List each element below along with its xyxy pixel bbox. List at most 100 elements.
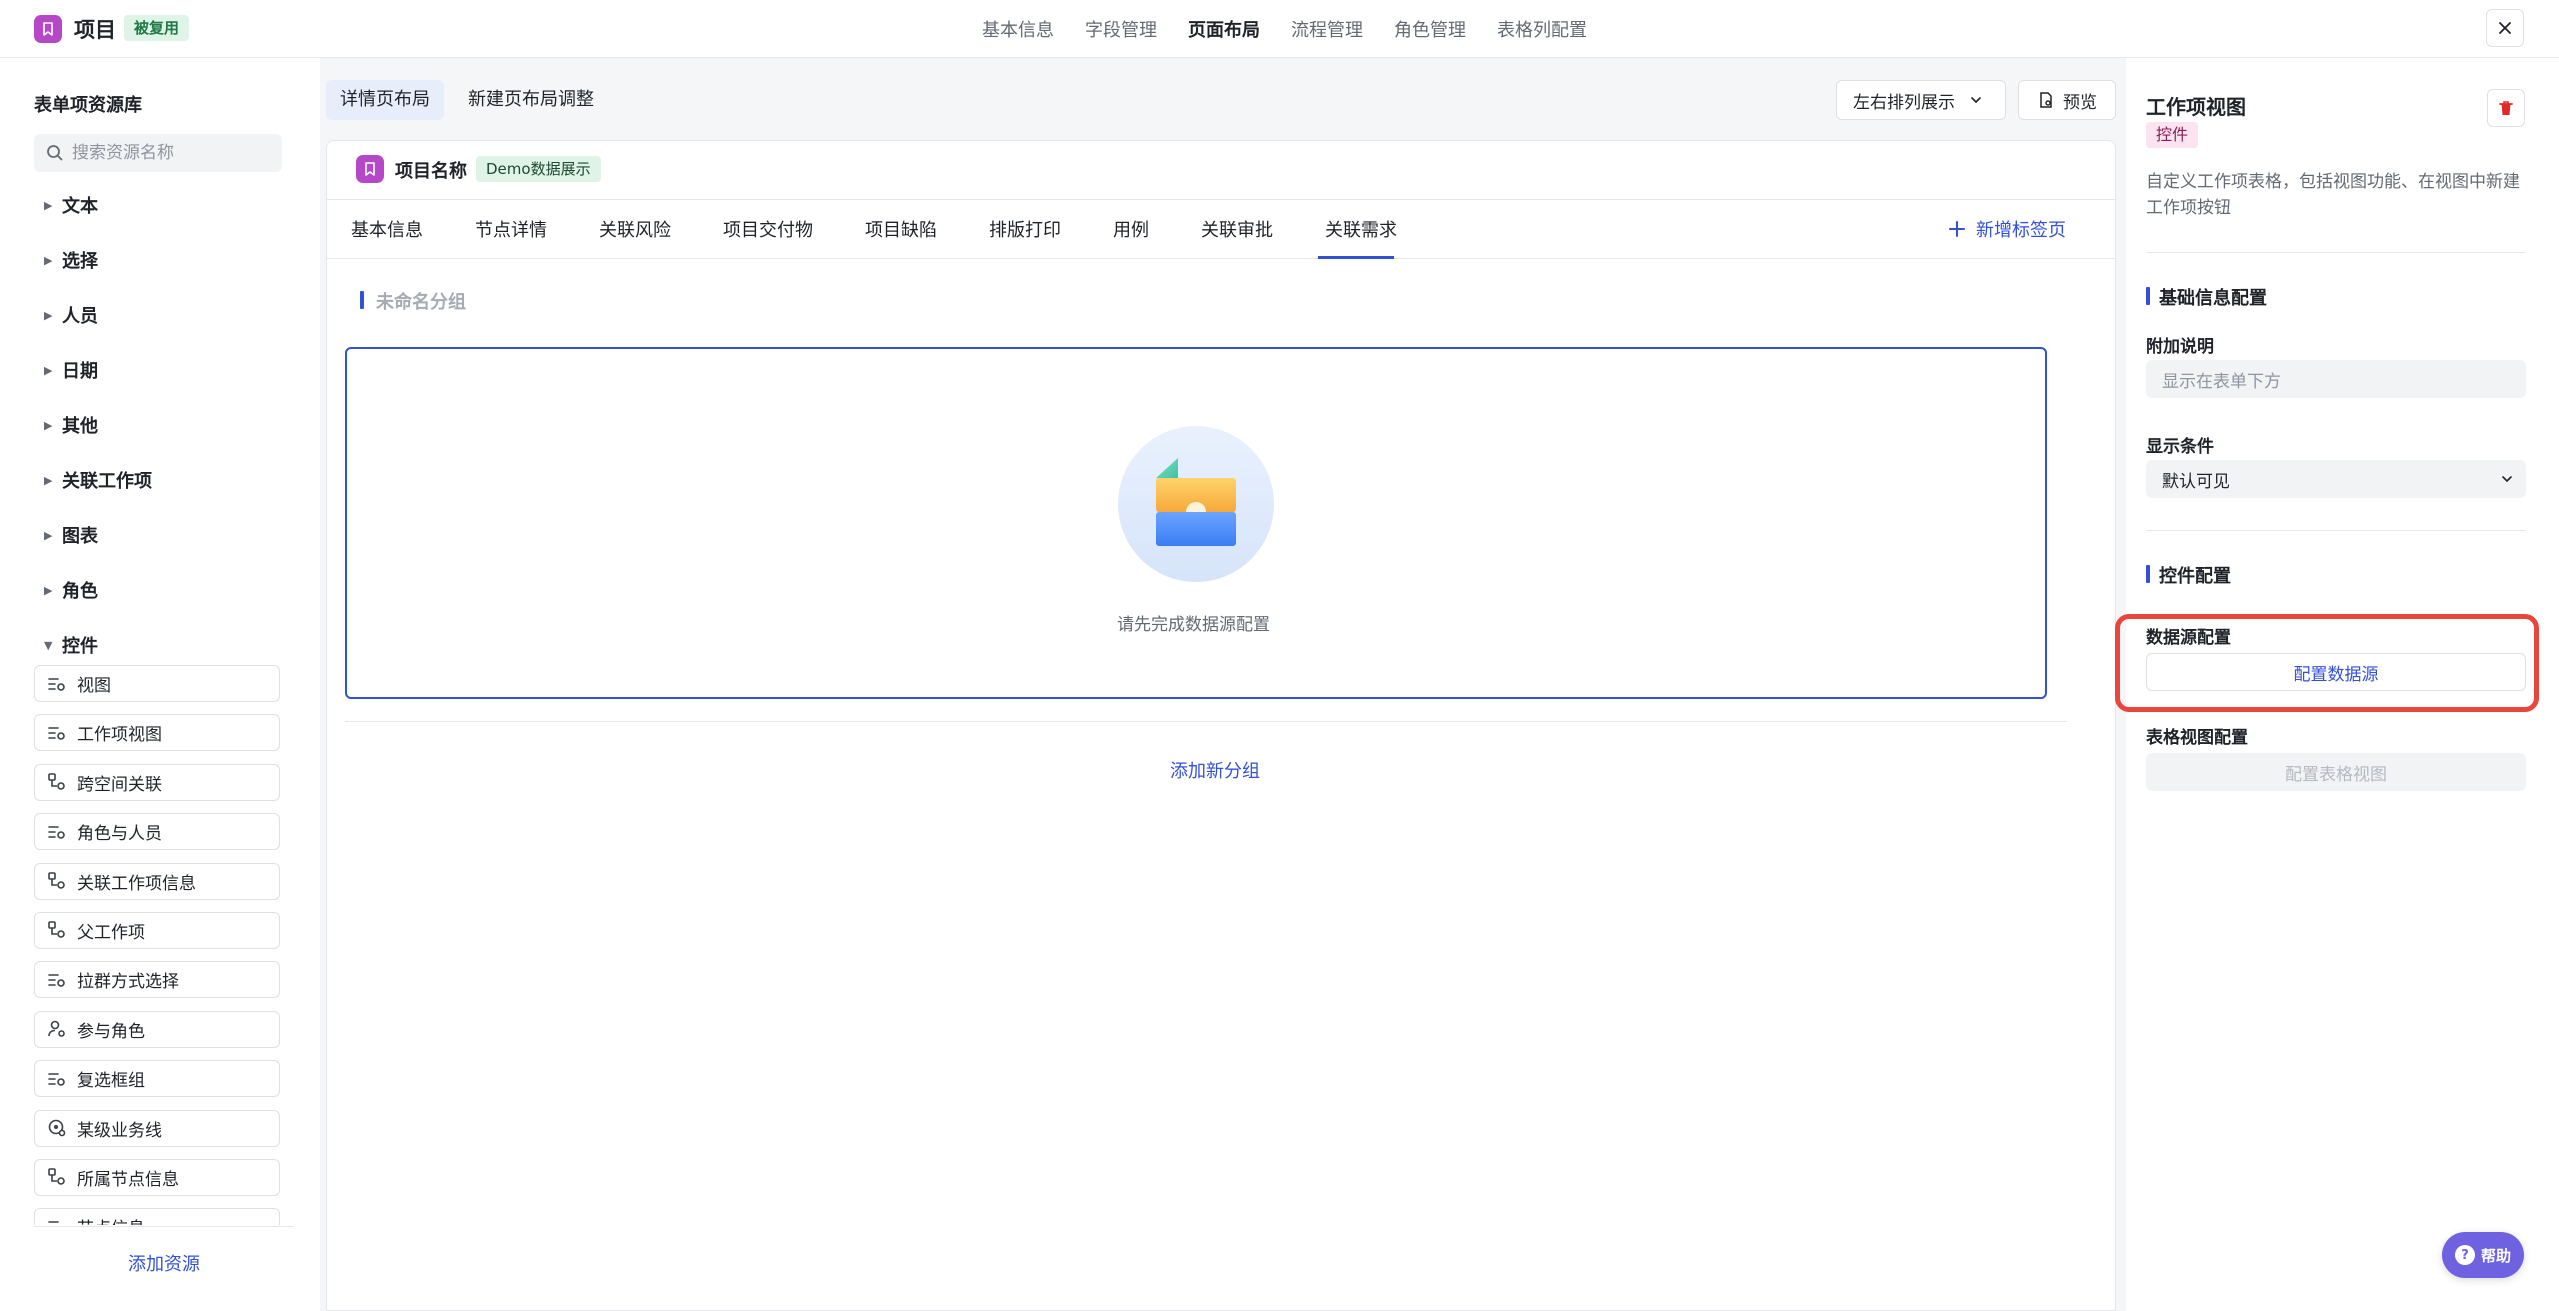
nav-tab-roles[interactable]: 角色管理 (1394, 16, 1466, 42)
control-label: 所属节点信息 (77, 1169, 179, 1190)
arrange-mode-value: 左右排列展示 (1853, 92, 1955, 113)
close-icon (2499, 22, 2511, 34)
control-item-business-line[interactable]: 某级业务线 (34, 1109, 280, 1147)
caret-down-icon: ▼ (44, 638, 53, 652)
preview-button[interactable]: 预览 (2018, 80, 2116, 120)
control-item-group-method-select[interactable]: 拉群方式选择 (34, 961, 280, 999)
control-item-roles-and-people[interactable]: 角色与人员 (34, 813, 280, 851)
nav-tab-basic-info[interactable]: 基本信息 (982, 16, 1054, 42)
chevron-down-icon (1971, 97, 1981, 104)
control-item-participant-roles[interactable]: 参与角色 (34, 1010, 280, 1048)
close-button[interactable] (2486, 9, 2524, 47)
divider (2146, 530, 2526, 531)
category-label: 控件 (62, 636, 98, 657)
caret-right-icon: ▶ (44, 583, 53, 597)
tab-basic-info[interactable]: 基本信息 (351, 216, 423, 242)
link-node-icon (48, 921, 65, 939)
control-item-node-info-owned[interactable]: 所属节点信息 (34, 1158, 280, 1196)
trash-icon (2499, 101, 2513, 115)
category-label: 图表 (62, 526, 98, 547)
tab-related-risks[interactable]: 关联风险 (599, 216, 671, 242)
category-text[interactable]: ▶ 文本 (44, 192, 98, 218)
category-date[interactable]: ▶ 日期 (44, 357, 98, 383)
control-label: 工作项视图 (77, 725, 162, 746)
add-resource-link[interactable]: 添加资源 (128, 1250, 200, 1276)
tab-related-requirements[interactable]: 关联需求 (1325, 216, 1397, 242)
category-label: 其他 (62, 416, 98, 437)
caret-right-icon: ▶ (44, 528, 53, 542)
control-item-parent-work-item[interactable]: 父工作项 (34, 911, 280, 949)
section-marker (2146, 565, 2150, 583)
nav-tab-table-columns[interactable]: 表格列配置 (1497, 16, 1587, 42)
preview-label: 预览 (2063, 92, 2097, 113)
display-condition-label: 显示条件 (2146, 437, 2214, 457)
tab-detail-layout[interactable]: 详情页布局 (326, 80, 444, 120)
control-label: 跨空间关联 (77, 774, 162, 795)
category-charts[interactable]: ▶ 图表 (44, 522, 98, 548)
section-control-config: 控件配置 (2159, 566, 2231, 587)
divider (2146, 252, 2526, 253)
control-item-node-info[interactable]: 节点信息 (34, 1208, 280, 1225)
add-group-link[interactable]: 添加新分组 (1170, 757, 1260, 783)
controls-list: 视图 工作项视图 跨空间关联 角色与人员 关联工作项信息 父工作项 拉群方式选择… (34, 665, 282, 1225)
question-icon: ? (2454, 1245, 2475, 1265)
layout-canvas-card (326, 140, 2116, 1311)
caret-right-icon: ▶ (44, 418, 53, 432)
category-roles[interactable]: ▶ 角色 (44, 577, 98, 603)
configure-datasource-button[interactable]: 配置数据源 (2146, 653, 2526, 691)
category-related-items[interactable]: ▶ 关联工作项 (44, 467, 152, 493)
datasource-label: 数据源配置 (2146, 628, 2231, 648)
detail-tabs: 基本信息 节点详情 关联风险 项目交付物 项目缺陷 排版打印 用例 关联审批 关… (351, 216, 1397, 242)
nav-tab-page-layout[interactable]: 页面布局 (1188, 16, 1260, 42)
add-tab-button[interactable]: 新增标签页 (1948, 216, 2066, 242)
link-node-icon (48, 872, 65, 889)
caret-right-icon: ▶ (44, 363, 53, 377)
display-condition-select[interactable]: 默认可见 (2146, 460, 2526, 498)
tab-layout-print[interactable]: 排版打印 (989, 216, 1061, 242)
category-select[interactable]: ▶ 选择 (44, 247, 98, 273)
category-label: 角色 (62, 581, 98, 602)
search-icon (47, 145, 63, 161)
control-item-related-work-item-info[interactable]: 关联工作项信息 (34, 862, 280, 900)
search-input[interactable] (72, 143, 272, 163)
list-settings-icon (48, 974, 65, 987)
add-tab-label: 新增标签页 (1976, 220, 2066, 241)
section-marker (2146, 287, 2150, 305)
control-item-work-item-view[interactable]: 工作项视图 (34, 714, 280, 752)
category-other[interactable]: ▶ 其他 (44, 412, 98, 438)
category-label: 日期 (62, 361, 98, 382)
empty-state-message: 请先完成数据源配置 (1117, 615, 1270, 635)
active-tab-indicator (1318, 256, 1394, 259)
preview-document-icon (2040, 92, 2052, 108)
caret-right-icon: ▶ (44, 198, 53, 212)
list-settings-icon (48, 727, 65, 740)
nav-tab-field-management[interactable]: 字段管理 (1085, 16, 1157, 42)
tab-new-page-layout[interactable]: 新建页布局调整 (468, 80, 594, 120)
category-label: 选择 (62, 251, 98, 272)
extra-note-input[interactable]: 显示在表单下方 (2146, 360, 2526, 398)
group-marker (360, 291, 364, 309)
help-button[interactable]: ? 帮助 (2442, 1232, 2524, 1278)
tab-related-approvals[interactable]: 关联审批 (1201, 216, 1273, 242)
tab-project-deliverables[interactable]: 项目交付物 (723, 216, 813, 242)
divider (345, 721, 2067, 722)
caret-right-icon: ▶ (44, 473, 53, 487)
resource-search[interactable] (34, 134, 282, 172)
help-label: 帮助 (2480, 1246, 2511, 1265)
control-item-cross-space-link[interactable]: 跨空间关联 (34, 763, 280, 801)
category-controls[interactable]: ▼ 控件 (44, 632, 98, 658)
delete-button[interactable] (2487, 89, 2525, 127)
configure-table-view-button[interactable]: 配置表格视图 (2146, 753, 2526, 791)
list-settings-icon (48, 1072, 65, 1086)
tab-project-defects[interactable]: 项目缺陷 (865, 216, 937, 242)
control-item-checkbox-group[interactable]: 复选框组 (34, 1060, 280, 1098)
tab-node-details[interactable]: 节点详情 (475, 216, 547, 242)
arrange-mode-select[interactable]: 左右排列展示 (1836, 80, 2006, 120)
control-item-view[interactable]: 视图 (34, 665, 280, 702)
category-people[interactable]: ▶ 人员 (44, 302, 98, 328)
list-settings-icon (48, 825, 65, 839)
tab-use-cases[interactable]: 用例 (1113, 216, 1149, 242)
category-label: 人员 (62, 306, 98, 327)
nav-tab-workflow[interactable]: 流程管理 (1291, 16, 1363, 42)
list-settings-icon (48, 677, 65, 691)
